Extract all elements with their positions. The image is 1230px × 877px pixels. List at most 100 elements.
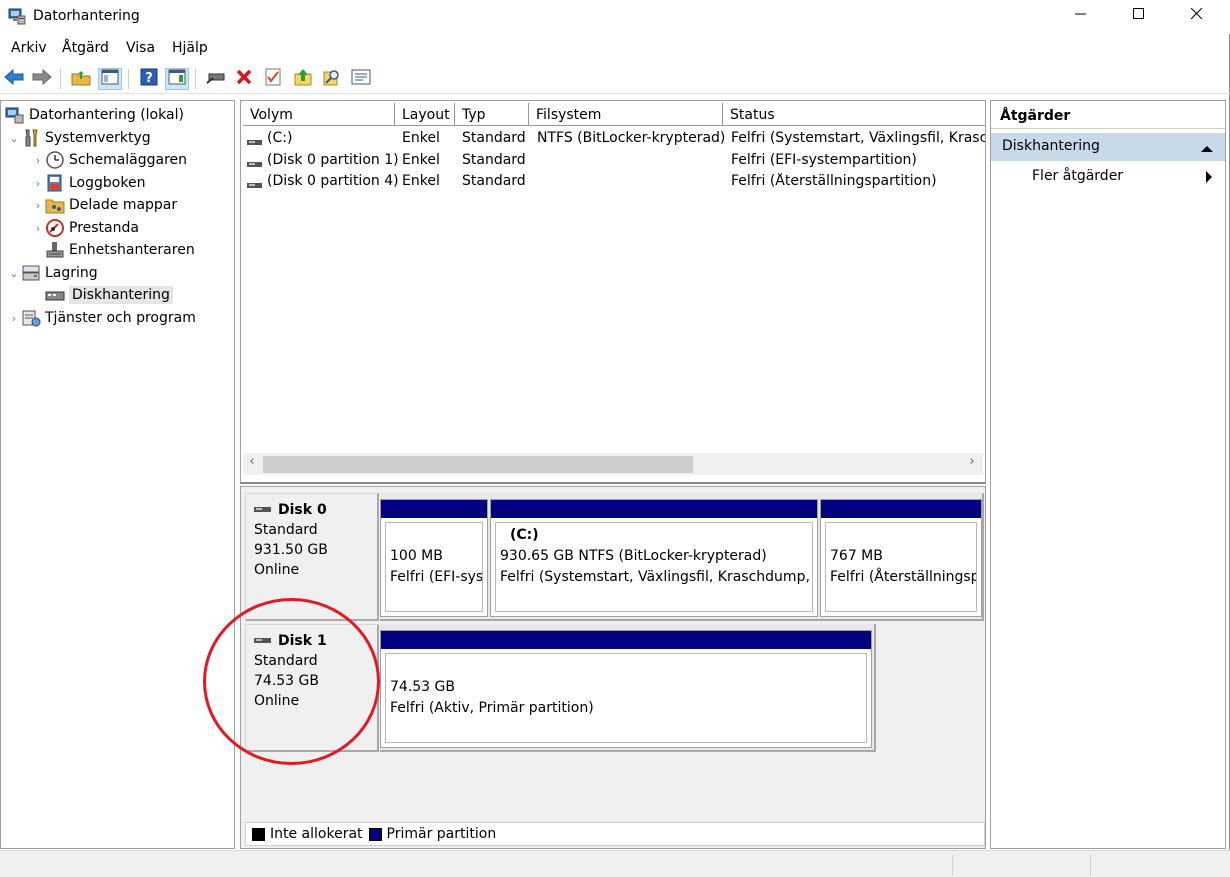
tree-label: Delade mappar [69, 197, 178, 213]
toolbar: ? [0, 64, 1230, 94]
caret-right-icon [1205, 171, 1213, 187]
navigation-tree: Datorhantering (lokal) ⌄ Systemverktyg ›… [0, 100, 235, 849]
toolbar-separator [195, 69, 196, 89]
disk-title: Disk 0 [254, 500, 369, 520]
tree-item-prestanda[interactable]: › Prestanda [31, 217, 139, 239]
column-header-layout[interactable]: Layout [395, 103, 455, 126]
horizontal-scrollbar[interactable]: ‹ › [243, 453, 983, 475]
cell-typ: Standard [462, 130, 526, 146]
tree-item-diskhantering[interactable]: Diskhantering [31, 284, 173, 306]
tree-label: Loggboken [69, 175, 146, 191]
legend-primary-partition-label: Primär partition [386, 826, 497, 842]
disk-1-info[interactable]: Disk 1 Standard 74.53 GB Online [245, 624, 379, 752]
tree-item-lagring[interactable]: ⌄ Lagring [7, 262, 97, 284]
forward-button[interactable] [30, 68, 54, 90]
connect-drive-button[interactable] [204, 68, 228, 90]
menu-arkiv[interactable]: Arkiv [11, 40, 47, 56]
partition-efi[interactable]: 100 MB Felfri (EFI-syst [380, 499, 488, 617]
primary-partition-bar [491, 500, 817, 518]
actions-section-diskhantering[interactable]: Diskhantering [991, 133, 1225, 161]
action-label: Fler åtgärder [1032, 168, 1124, 184]
column-header-filsystem[interactable]: Filsystem [529, 103, 723, 126]
menu-atgard[interactable]: Åtgärd [62, 40, 109, 56]
chevron-down-icon[interactable]: ⌄ [7, 267, 21, 280]
volume-row[interactable]: (Disk 0 partition 1) Enkel Standard Felf… [241, 150, 985, 172]
properties-icon [265, 68, 281, 90]
show-hide-tree-button[interactable] [98, 68, 122, 90]
disk-0-info[interactable]: Disk 0 Standard 931.50 GB Online [245, 493, 379, 621]
column-header-status[interactable]: Status [723, 103, 985, 126]
list-view-button[interactable] [349, 68, 373, 90]
disk-graphical-view: Disk 0 Standard 931.50 GB Online 100 MB … [240, 486, 986, 849]
action-fler-atgarder[interactable]: Fler åtgärder [991, 165, 1225, 189]
volume-icon [247, 178, 263, 194]
primary-partition-bar [381, 631, 871, 649]
chevron-right-icon[interactable]: › [7, 312, 21, 325]
volume-row[interactable]: (Disk 0 partition 4) Enkel Standard Felf… [241, 171, 985, 194]
partition-status: Felfri (Aktiv, Primär partition) [390, 700, 594, 716]
partition-disk-1[interactable]: 74.53 GB Felfri (Aktiv, Primär partition… [380, 630, 872, 748]
tree-label: Enhetshanteraren [69, 242, 195, 258]
maximize-button[interactable] [1110, 0, 1168, 32]
partition-label: (C:) [510, 527, 539, 543]
chevron-right-icon[interactable]: › [31, 199, 45, 212]
column-header-typ[interactable]: Typ [455, 103, 529, 126]
tree-item-systemverktyg[interactable]: ⌄ Systemverktyg [7, 127, 151, 149]
scroll-right-icon[interactable]: › [963, 454, 981, 469]
clock-icon [45, 151, 65, 169]
partition-details: 100 MB Felfri (EFI-syst [385, 522, 483, 612]
properties-button[interactable] [261, 68, 285, 90]
show-hide-action-pane-button[interactable] [165, 68, 189, 90]
cell-layout: Enkel [402, 130, 440, 146]
partition-c-drive[interactable]: (C:) 930.65 GB NTFS (BitLocker-krypterad… [490, 499, 818, 617]
cell-status: Felfri (Återställningspartition) [731, 173, 937, 189]
disk-state: Online [254, 562, 300, 578]
partition-size: 767 MB [830, 548, 883, 564]
partition-status: Felfri (Systemstart, Växlingsfil, Krasch… [500, 569, 813, 585]
scrollbar-thumb[interactable] [263, 456, 693, 473]
chevron-right-icon[interactable]: › [31, 154, 45, 167]
disk-name: Disk 1 [278, 633, 327, 649]
help-icon: ? [140, 68, 158, 90]
chevron-right-icon[interactable]: › [31, 177, 45, 190]
help-button[interactable]: ? [137, 68, 161, 90]
tree-item-enhetshanteraren[interactable]: Enhetshanteraren [31, 239, 195, 261]
delete-button[interactable] [232, 68, 256, 90]
disk-type: Standard [254, 653, 318, 669]
shared-folder-icon [45, 196, 65, 214]
search-icon [323, 68, 341, 90]
menu-hjalp[interactable]: Hjälp [172, 40, 208, 56]
back-button[interactable] [2, 68, 26, 90]
show-hide-tree-icon [101, 69, 119, 89]
search-button[interactable] [320, 68, 344, 90]
tree-item-tjanster-och-program[interactable]: › Tjänster och program [7, 307, 196, 329]
disk-1-partitions: 74.53 GB Felfri (Aktiv, Primär partition… [380, 624, 876, 752]
column-header-volym[interactable]: Volym [243, 103, 395, 126]
tree-root-computer-management[interactable]: Datorhantering (lokal) [5, 104, 184, 126]
up-one-level-button[interactable] [69, 68, 93, 90]
legend-unallocated-swatch [252, 827, 265, 841]
toolbar-separator [60, 69, 61, 89]
close-button[interactable] [1168, 0, 1226, 32]
partition-label [830, 525, 972, 546]
import-button[interactable] [291, 68, 315, 90]
partition-recovery[interactable]: 767 MB Felfri (Återställningsp [820, 499, 982, 617]
disk-state: Online [254, 693, 300, 709]
device-manager-icon [45, 241, 65, 259]
chevron-right-icon[interactable]: › [31, 222, 45, 235]
minimize-button[interactable] [1052, 0, 1110, 32]
window-title: Datorhantering [33, 8, 140, 24]
chevron-down-icon[interactable]: ⌄ [7, 132, 21, 145]
back-arrow-icon [4, 68, 24, 89]
volume-row[interactable]: (C:) Enkel Standard NTFS (BitLocker-kryp… [241, 128, 985, 150]
partition-details: 767 MB Felfri (Återställningsp [825, 522, 977, 612]
partition-legend: Inte allokerat Primär partition [245, 822, 985, 846]
tree-item-schemalaggaren[interactable]: › Schemaläggaren [31, 149, 187, 171]
tree-item-delade-mappar[interactable]: › Delade mappar [31, 194, 177, 216]
partition-size: 74.53 GB [390, 679, 455, 695]
menu-visa[interactable]: Visa [126, 40, 155, 56]
caret-up-icon[interactable] [1201, 141, 1213, 157]
cell-filsystem: NTFS (BitLocker-krypterad) [537, 130, 726, 146]
tree-item-loggboken[interactable]: › Loggboken [31, 172, 145, 194]
scroll-left-icon[interactable]: ‹ [243, 454, 261, 469]
